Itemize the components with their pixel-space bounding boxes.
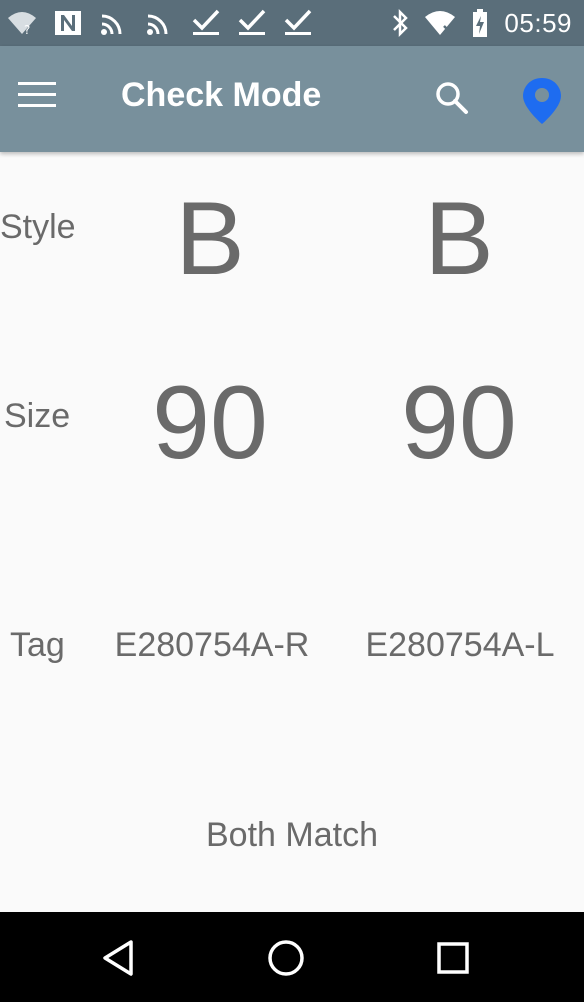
clock: 05:59 (504, 7, 572, 38)
match-status: Both Match (206, 816, 378, 854)
location-pin-icon[interactable] (520, 76, 564, 126)
cast-icon (98, 8, 130, 38)
style-value-right: B (175, 181, 245, 297)
style-value-left: B (424, 181, 494, 297)
search-icon[interactable] (432, 78, 472, 118)
check-download-icon (282, 8, 314, 38)
home-icon[interactable] (264, 936, 308, 980)
tag-label: Tag (10, 626, 65, 664)
menu-icon[interactable] (18, 82, 58, 112)
check-download-icon (236, 8, 268, 38)
status-bar: ? 05:59 (0, 0, 584, 46)
status-notifications: ? (6, 8, 314, 38)
app-bar: Check Mode (0, 46, 584, 152)
bluetooth-icon (390, 8, 410, 38)
tag-value-right: E280754A-R (114, 626, 310, 664)
wifi-unknown-icon: ? (6, 8, 38, 38)
wifi-no-internet-icon (424, 8, 456, 38)
page-title: Check Mode (121, 76, 322, 114)
svg-text:?: ? (24, 23, 30, 37)
tag-value-left: E280754A-L (365, 626, 555, 664)
cast-icon (144, 8, 176, 38)
recents-icon[interactable] (431, 936, 475, 980)
size-label: Size (4, 397, 71, 435)
style-label: Style (0, 208, 76, 246)
size-value-left: 90 (401, 365, 517, 481)
battery-charging-icon (470, 8, 490, 38)
size-value-right: 90 (152, 365, 268, 481)
navigation-bar (0, 912, 584, 1002)
back-icon[interactable] (97, 936, 141, 980)
check-panel: Style B B Size 90 90 Tag E280754A-R E280… (0, 152, 584, 912)
n-icon (52, 8, 84, 38)
status-system: 05:59 (390, 8, 572, 38)
check-download-icon (190, 8, 222, 38)
